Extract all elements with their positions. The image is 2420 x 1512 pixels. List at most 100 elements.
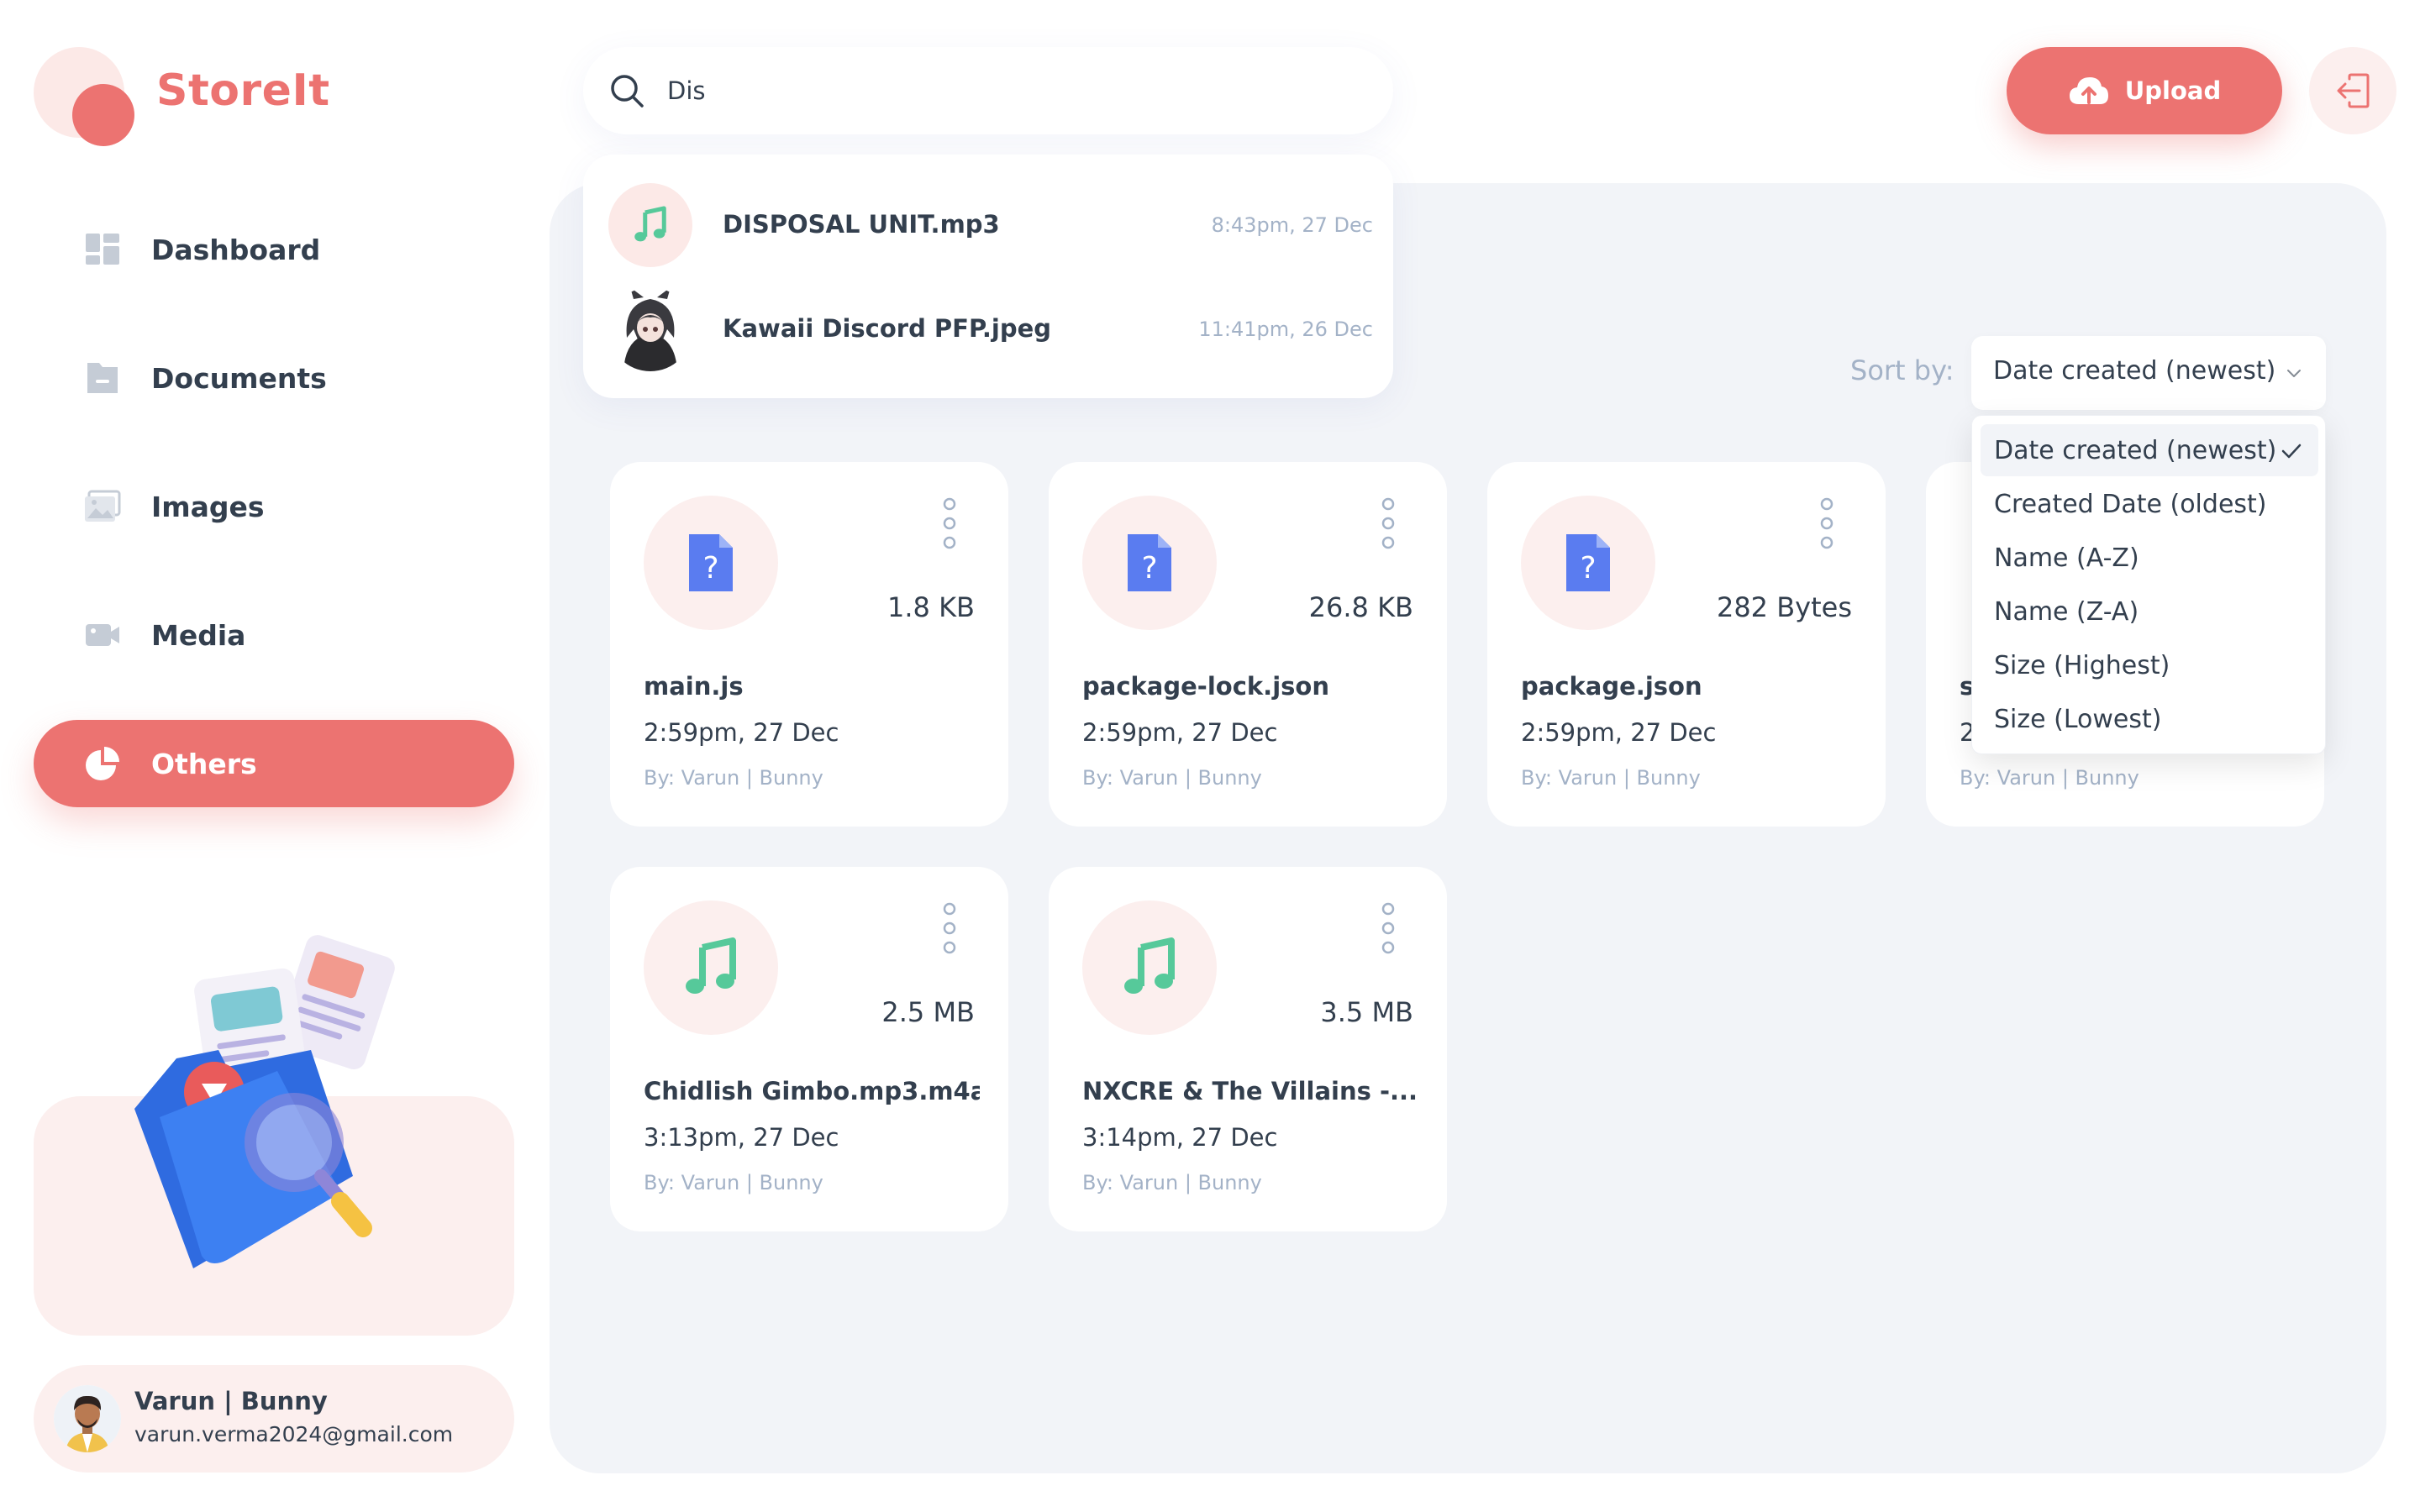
sidebar-item-others[interactable]: Others <box>34 720 514 807</box>
file-owner: By: Varun | Bunny <box>1082 766 1262 790</box>
sort-options-menu: Date created (newest) Created Date (olde… <box>1971 415 2326 754</box>
result-thumbnail <box>608 183 692 267</box>
file-date: 3:13pm, 27 Dec <box>644 1123 839 1152</box>
result-date: 11:41pm, 26 Dec <box>1198 318 1373 341</box>
chevron-down-icon <box>2287 370 2301 377</box>
dashboard-icon <box>86 234 119 265</box>
more-options-icon[interactable] <box>939 497 960 549</box>
logout-icon <box>2337 73 2370 108</box>
sidebar-item-images[interactable]: Images <box>34 463 514 550</box>
file-date: 2:59pm, 27 Dec <box>1521 718 1717 747</box>
file-name: NXCRE & The Villains -... <box>1082 1077 1418 1105</box>
file-thumbnail <box>1082 900 1217 1035</box>
sidebar-item-label: Documents <box>151 361 327 395</box>
file-thumbnail: ? <box>1521 496 1655 630</box>
user-email: varun.verma2024@gmail.com <box>134 1422 454 1446</box>
images-icon <box>85 490 121 522</box>
file-thumbnail: ? <box>1082 496 1217 630</box>
sidebar-item-label: Others <box>151 747 257 780</box>
sort-option[interactable]: Name (Z-A) <box>1981 585 2318 638</box>
logout-button[interactable] <box>2309 47 2396 134</box>
pie-chart-icon <box>86 747 119 780</box>
file-size: 1.8 KB <box>887 591 975 623</box>
file-owner: By: Varun | Bunny <box>644 1171 823 1194</box>
cloud-upload-icon <box>2069 77 2108 104</box>
file-date: 3:14pm, 27 Dec <box>1082 1123 1278 1152</box>
sort-option[interactable]: Size (Lowest) <box>1981 693 2318 745</box>
upload-label: Upload <box>2124 76 2222 105</box>
file-name: package-lock.json <box>1082 672 1329 701</box>
logo-mark-front <box>72 84 134 146</box>
avatar <box>54 1385 121 1452</box>
sort-selected-value: Date created (newest) <box>1993 356 2276 386</box>
sort-option-label: Created Date (oldest) <box>1994 490 2267 519</box>
file-card[interactable]: ? 26.8 KB package-lock.json 2:59pm, 27 D… <box>1049 462 1447 827</box>
file-card[interactable]: 3.5 MB NXCRE & The Villains -... 3:14pm,… <box>1049 867 1447 1231</box>
file-date: 2:59pm, 27 Dec <box>644 718 839 747</box>
user-profile-card[interactable]: Varun | Bunny varun.verma2024@gmail.com <box>34 1365 514 1473</box>
more-options-icon[interactable] <box>939 902 960 954</box>
svg-text:?: ? <box>1141 551 1157 585</box>
sort-option-label: Name (Z-A) <box>1994 597 2139 627</box>
file-size: 282 Bytes <box>1716 591 1852 623</box>
sort-option[interactable]: Created Date (oldest) <box>1981 478 2318 530</box>
file-owner: By: Varun | Bunny <box>1960 766 2139 790</box>
result-date: 8:43pm, 27 Dec <box>1211 213 1373 237</box>
video-icon <box>86 624 119 646</box>
unknown-file-icon: ? <box>1566 534 1610 591</box>
more-options-icon[interactable] <box>1817 497 1837 549</box>
file-owner: By: Varun | Bunny <box>644 766 823 790</box>
sidebar-item-label: Media <box>151 618 246 652</box>
file-size: 2.5 MB <box>881 996 975 1028</box>
check-icon <box>2281 444 2302 459</box>
sort-label: Sort by: <box>1850 354 1954 386</box>
music-note-icon <box>1124 937 1175 994</box>
file-name: Chidlish Gimbo.mp3.m4a <box>644 1077 980 1105</box>
sidebar-item-dashboard[interactable]: Dashboard <box>34 206 514 293</box>
upload-button[interactable]: Upload <box>2007 47 2282 134</box>
sort-option[interactable]: Date created (newest) <box>1981 424 2318 476</box>
search-results-dropdown: DISPOSAL UNIT.mp3 8:43pm, 27 Dec Kawaii … <box>583 155 1393 398</box>
user-name: Varun | Bunny <box>134 1387 328 1415</box>
search-bar[interactable] <box>583 47 1393 134</box>
documents-icon <box>87 363 118 393</box>
file-card[interactable]: 2.5 MB Chidlish Gimbo.mp3.m4a 3:13pm, 27… <box>610 867 1008 1231</box>
search-result-item[interactable]: Kawaii Discord PFP.jpeg 11:41pm, 26 Dec <box>608 282 1373 375</box>
sort-option[interactable]: Name (A-Z) <box>1981 532 2318 584</box>
sort-option-label: Name (A-Z) <box>1994 543 2139 573</box>
file-size: 26.8 KB <box>1308 591 1413 623</box>
unknown-file-icon: ? <box>1128 534 1171 591</box>
file-date: 2:59pm, 27 Dec <box>1082 718 1278 747</box>
sidebar-item-label: Images <box>151 490 265 523</box>
file-card[interactable]: ? 1.8 KB main.js 2:59pm, 27 Dec By: Varu… <box>610 462 1008 827</box>
file-thumbnail <box>644 900 778 1035</box>
result-name: Kawaii Discord PFP.jpeg <box>723 314 1052 343</box>
logo-text: StoreIt <box>156 66 330 116</box>
unknown-file-icon: ? <box>689 534 733 591</box>
sidebar-item-label: Dashboard <box>151 233 321 266</box>
sort-option-label: Date created (newest) <box>1994 436 2277 465</box>
sort-option-label: Size (Highest) <box>1994 651 2170 680</box>
music-note-icon <box>686 937 736 994</box>
music-note-icon <box>634 206 666 242</box>
more-options-icon[interactable] <box>1378 902 1398 954</box>
search-icon <box>611 75 644 108</box>
file-card[interactable]: ? 282 Bytes package.json 2:59pm, 27 Dec … <box>1487 462 1886 827</box>
sidebar-item-media[interactable]: Media <box>34 591 514 679</box>
file-owner: By: Varun | Bunny <box>1521 766 1701 790</box>
file-name: package.json <box>1521 672 1702 701</box>
sort-option-label: Size (Lowest) <box>1994 705 2162 734</box>
result-thumbnail <box>608 287 692 371</box>
search-input[interactable] <box>667 69 1339 113</box>
search-result-item[interactable]: DISPOSAL UNIT.mp3 8:43pm, 27 Dec <box>608 178 1373 270</box>
file-owner: By: Varun | Bunny <box>1082 1171 1262 1194</box>
file-name: main.js <box>644 672 744 701</box>
svg-text:?: ? <box>702 551 718 585</box>
sidebar-item-documents[interactable]: Documents <box>34 334 514 422</box>
file-size: 3.5 MB <box>1320 996 1413 1028</box>
result-name: DISPOSAL UNIT.mp3 <box>723 210 1000 239</box>
sort-option[interactable]: Size (Highest) <box>1981 639 2318 691</box>
sort-select[interactable]: Date created (newest) <box>1971 336 2326 410</box>
svg-text:?: ? <box>1580 551 1596 585</box>
more-options-icon[interactable] <box>1378 497 1398 549</box>
